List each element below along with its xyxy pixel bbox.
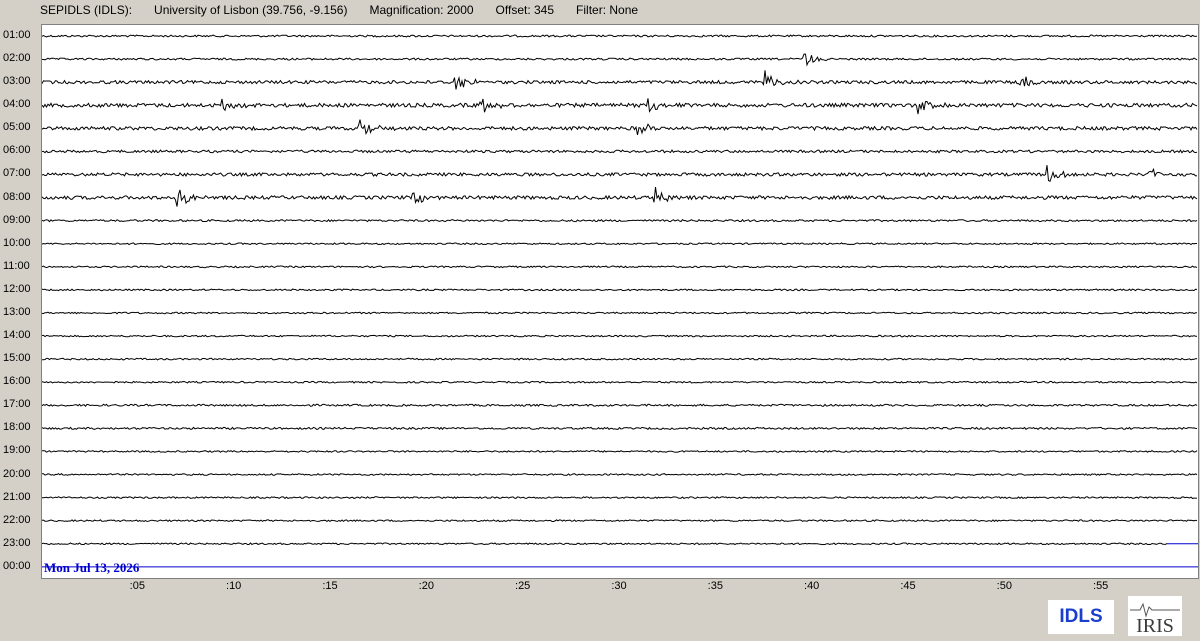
hour-label: 16:00 [3, 375, 31, 388]
hour-label: 04:00 [3, 98, 31, 111]
hour-label: 23:00 [3, 536, 31, 549]
trace-0500 [41, 119, 1198, 136]
minute-tick-label: :20 [418, 580, 434, 592]
trace-0400 [41, 98, 1198, 115]
trace-1400 [41, 334, 1198, 338]
trace-0200 [41, 53, 1198, 67]
hour-label: 06:00 [3, 144, 31, 157]
hour-label: 19:00 [3, 444, 31, 457]
hour-label: 10:00 [3, 236, 31, 249]
filter-label: Filter: None [576, 3, 639, 17]
svg-text:IRIS: IRIS [1136, 615, 1174, 636]
hour-label: 07:00 [3, 167, 31, 180]
hour-label: 21:00 [3, 490, 31, 503]
minute-tick-label: :05 [129, 580, 145, 592]
trace-0800 [41, 187, 1198, 207]
trace-2000 [42, 473, 1198, 476]
iris-logo: IRIS [1128, 596, 1182, 637]
offset-label: Offset: 345 [495, 3, 555, 17]
seismogram-traces [41, 34, 1198, 568]
minute-tick-label: :40 [804, 580, 820, 592]
trace-1700 [41, 403, 1198, 407]
hour-label: 00:00 [3, 559, 31, 572]
minute-tick-label: :55 [1093, 580, 1109, 592]
trace-1000 [41, 242, 1197, 246]
trace-1800 [41, 426, 1198, 431]
trace-2200 [41, 519, 1198, 523]
minute-tick-label: :25 [515, 580, 531, 592]
trace-1500 [42, 357, 1198, 361]
idls-logo: IDLS [1048, 600, 1114, 634]
hour-label: 08:00 [3, 190, 31, 203]
trace-0900 [41, 218, 1198, 223]
trace-0700 [41, 165, 1198, 183]
hour-label: 11:00 [3, 259, 30, 272]
trace-0100 [41, 34, 1198, 38]
trace-1200 [41, 288, 1198, 292]
trace-1300 [41, 311, 1198, 315]
magnification-label: Magnification: 2000 [369, 3, 474, 17]
hour-label: 20:00 [3, 467, 31, 480]
hour-axis: 01:00 02:00 03:00 04:00 05:00 06:00 07:00 08:00… [0, 0, 40, 600]
trace-0300 [41, 70, 1198, 90]
trace-1900 [41, 449, 1198, 453]
seismogram-plot: Mon Jul 13, 2026 [41, 24, 1199, 579]
station-name: SEPIDLS (IDLS): [40, 3, 133, 17]
hour-label: 09:00 [3, 213, 31, 226]
minute-axis: :05 :10 :15 :20 :25 :30 :35 :40 :45 :50 :55 [41, 580, 1197, 600]
hour-label: 12:00 [3, 282, 31, 295]
date-label: Mon Jul 13, 2026 [44, 560, 140, 575]
hour-label: 02:00 [3, 52, 31, 65]
trace-1600 [41, 380, 1198, 384]
hour-label: 03:00 [3, 75, 31, 88]
minute-tick-label: :45 [900, 580, 916, 592]
minute-tick-label: :15 [322, 580, 338, 592]
station-header: SEPIDLS (IDLS): University of Lisbon (39.… [40, 3, 660, 17]
hour-label: 15:00 [3, 352, 31, 365]
hour-label: 05:00 [3, 121, 31, 134]
trace-1100 [41, 265, 1198, 269]
minute-tick-label: :50 [996, 580, 1012, 592]
trace-0600 [42, 149, 1198, 154]
minute-tick-label: :30 [611, 580, 627, 592]
hour-label: 01:00 [3, 29, 31, 41]
trace-2100 [41, 496, 1198, 500]
hour-label: 22:00 [3, 513, 31, 526]
trace-2300 [41, 542, 1168, 546]
minute-tick-label: :10 [226, 580, 242, 592]
minute-tick-label: :35 [707, 580, 723, 592]
hour-label: 13:00 [3, 305, 31, 318]
hour-label: 14:00 [3, 329, 31, 342]
hour-label: 17:00 [3, 398, 31, 411]
station-location: University of Lisbon (39.756, -9.156) [154, 3, 348, 17]
hour-label: 18:00 [3, 421, 31, 434]
